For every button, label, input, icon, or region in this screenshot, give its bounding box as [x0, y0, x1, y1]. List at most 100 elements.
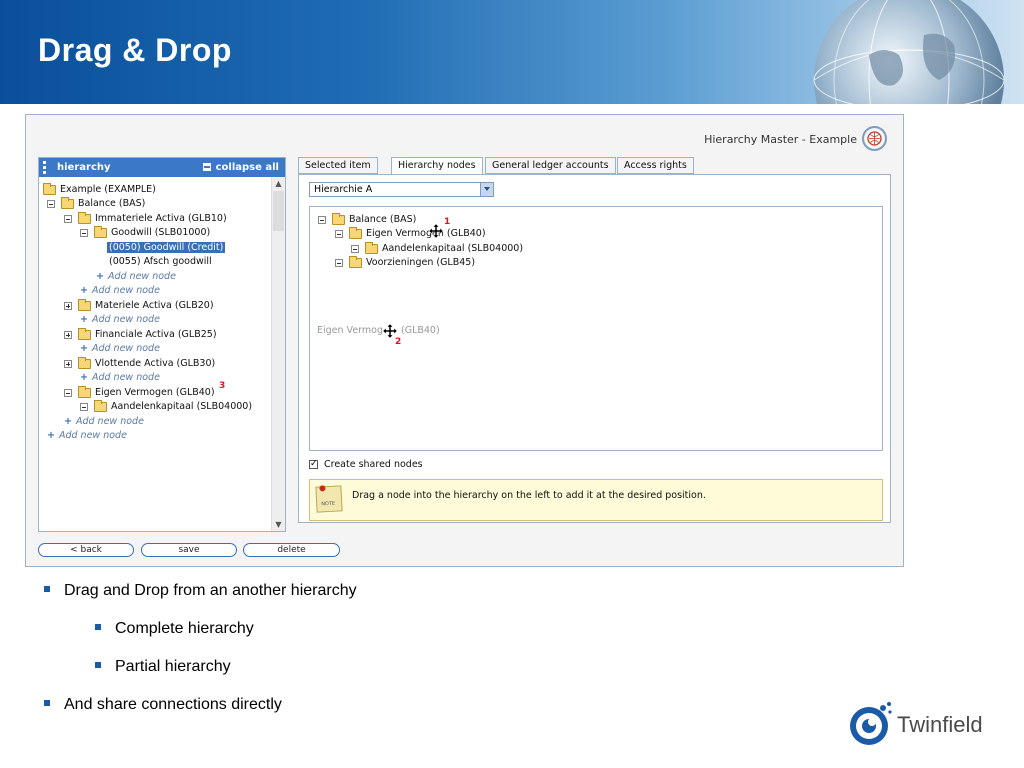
tree-node-immateriele-activa[interactable]: Immateriele Activa (GLB10)	[64, 211, 227, 226]
hierarchy-panel-header: hierarchy collapse all	[39, 158, 285, 177]
bullet-text: Partial hierarchy	[115, 658, 231, 675]
twinfield-logo-text: Twinfield	[897, 712, 983, 737]
add-new-node-link[interactable]: + Add new node	[96, 270, 176, 284]
add-node-label: Add new node	[75, 416, 144, 427]
plus-icon: +	[47, 430, 55, 441]
tree-node-label: Eigen Vermogen (GLB40)	[95, 387, 215, 398]
folder-icon	[78, 327, 91, 340]
tree-node-label: Example (EXAMPLE)	[60, 184, 156, 195]
collapse-toggle-icon[interactable]	[351, 244, 359, 253]
collapse-toggle-icon[interactable]	[335, 258, 343, 267]
collapse-toggle-icon[interactable]	[80, 228, 88, 237]
add-node-label: Add new node	[91, 314, 160, 325]
add-new-node-link[interactable]: + Add new node	[80, 284, 160, 298]
create-shared-nodes-checkbox[interactable]	[309, 458, 318, 470]
folder-icon	[349, 226, 362, 239]
bullet-item: Complete hierarchy	[95, 620, 254, 638]
globe-icon	[813, 0, 1005, 104]
dropdown-arrow-icon[interactable]	[480, 183, 493, 196]
create-shared-nodes-row[interactable]: Create shared nodes	[309, 458, 423, 471]
folder-icon	[365, 241, 378, 254]
folder-icon	[43, 182, 56, 195]
collapse-all-label: collapse all	[215, 162, 279, 173]
collapse-toggle-icon[interactable]	[64, 388, 72, 397]
collapse-toggle-icon[interactable]	[335, 229, 343, 238]
scroll-up-icon[interactable]: ▲	[272, 177, 285, 190]
tree-node-afsch-goodwill[interactable]: (0055) Afsch goodwill	[109, 255, 212, 269]
tree-scrollbar[interactable]: ▲ ▼	[271, 177, 285, 531]
hierarchy-select[interactable]: Hierarchie A	[309, 182, 494, 197]
folder-icon	[78, 385, 91, 398]
tab-hierarchy-nodes[interactable]: Hierarchy nodes	[391, 157, 483, 175]
step-marker-2: 2	[395, 337, 402, 347]
collapse-icon	[202, 163, 211, 171]
plus-icon: +	[80, 343, 88, 354]
tree-node-aandelenkapitaal[interactable]: Aandelenkapitaal (SLB04000)	[80, 399, 252, 414]
scrollbar-thumb[interactable]	[273, 191, 284, 231]
drag-grip-icon[interactable]	[43, 161, 46, 174]
folder-icon	[94, 399, 107, 412]
twinfield-logo-icon	[850, 702, 892, 745]
tree-node-label: Eigen Vermogen (GLB40)	[366, 228, 486, 239]
globe-icon	[867, 131, 882, 146]
tree-node-goodwill[interactable]: Goodwill (SLB01000)	[80, 225, 210, 240]
tree-node-eigen-vermogen[interactable]: Eigen Vermogen (GLB40)	[335, 226, 486, 241]
collapse-toggle-icon[interactable]	[47, 199, 55, 208]
app-logo-button[interactable]	[862, 126, 887, 151]
tab-selected-item[interactable]: Selected item	[298, 157, 378, 174]
note-text: Drag a node into the hierarchy on the le…	[352, 490, 706, 501]
bullet-item: Drag and Drop from an another hierarchy	[44, 582, 357, 600]
tree-node-example[interactable]: Example (EXAMPLE)	[43, 182, 156, 197]
bullet-text: Drag and Drop from an another hierarchy	[64, 582, 357, 599]
hierarchy-tree: Example (EXAMPLE) Balance (BAS) Immateri…	[39, 177, 271, 531]
add-new-node-link[interactable]: + Add new node	[80, 313, 160, 327]
expand-toggle-icon[interactable]	[64, 359, 72, 368]
folder-icon	[78, 356, 91, 369]
collapse-all-button[interactable]: collapse all	[202, 158, 279, 177]
plus-icon: +	[80, 285, 88, 296]
expand-toggle-icon[interactable]	[64, 301, 72, 310]
folder-icon	[349, 255, 362, 268]
collapse-toggle-icon[interactable]	[64, 214, 72, 223]
tree-node-label: (0055) Afsch goodwill	[109, 256, 212, 267]
save-button[interactable]: save	[141, 543, 237, 557]
add-new-node-link[interactable]: + Add new node	[64, 415, 144, 429]
tree-node-eigen-vermogen[interactable]: Eigen Vermogen (GLB40)	[64, 385, 215, 400]
tree-node-aandelenkapitaal[interactable]: Aandelenkapitaal (SLB04000)	[351, 241, 523, 256]
hierarchy-select-value: Hierarchie A	[314, 184, 373, 195]
scroll-down-icon[interactable]: ▼	[272, 518, 285, 531]
tree-node-vlottende-activa[interactable]: Vlottende Activa (GLB30)	[64, 356, 215, 371]
slide-title: Drag & Drop	[38, 32, 232, 68]
tab-general-ledger-accounts[interactable]: General ledger accounts	[485, 157, 616, 174]
drag-ghost-label: Eigen Vermog	[317, 325, 383, 336]
tree-node-balance[interactable]: Balance (BAS)	[318, 212, 417, 227]
folder-icon	[78, 211, 91, 224]
create-shared-nodes-label: Create shared nodes	[324, 459, 423, 470]
delete-button[interactable]: delete	[243, 543, 340, 557]
collapse-toggle-icon[interactable]	[80, 402, 88, 411]
tree-node-financiale-activa[interactable]: Financiale Activa (GLB25)	[64, 327, 217, 342]
expand-toggle-icon[interactable]	[64, 330, 72, 339]
plus-icon: +	[80, 314, 88, 325]
back-button[interactable]: < back	[38, 543, 134, 557]
collapse-toggle-icon[interactable]	[318, 215, 326, 224]
tab-access-rights[interactable]: Access rights	[617, 157, 694, 174]
add-new-node-link[interactable]: + Add new node	[80, 371, 160, 385]
bullet-icon	[95, 661, 101, 668]
tree-node-voorzieningen[interactable]: Voorzieningen (GLB45)	[335, 255, 476, 270]
tree-node-label: Balance (BAS)	[349, 214, 417, 225]
tree-node-label: Voorzieningen (GLB45)	[366, 257, 476, 268]
folder-icon	[61, 196, 74, 209]
add-node-label: Add new node	[91, 372, 160, 383]
folder-icon	[78, 298, 91, 311]
plus-icon: +	[96, 271, 104, 282]
tree-node-goodwill-credit[interactable]: (0050) Goodwill (Credit)	[107, 241, 226, 255]
bullet-icon	[95, 623, 101, 630]
tree-node-materiele-activa[interactable]: Materiele Activa (GLB20)	[64, 298, 214, 313]
add-new-node-link[interactable]: + Add new node	[80, 342, 160, 356]
hierarchy-nodes-tree: Balance (BAS) Eigen Vermogen (GLB40) 1 A…	[309, 206, 883, 451]
add-new-node-link[interactable]: + Add new node	[47, 429, 127, 443]
bullet-item: Partial hierarchy	[95, 658, 231, 676]
add-node-label: Add new node	[58, 430, 127, 441]
tree-node-balance[interactable]: Balance (BAS)	[47, 196, 145, 211]
